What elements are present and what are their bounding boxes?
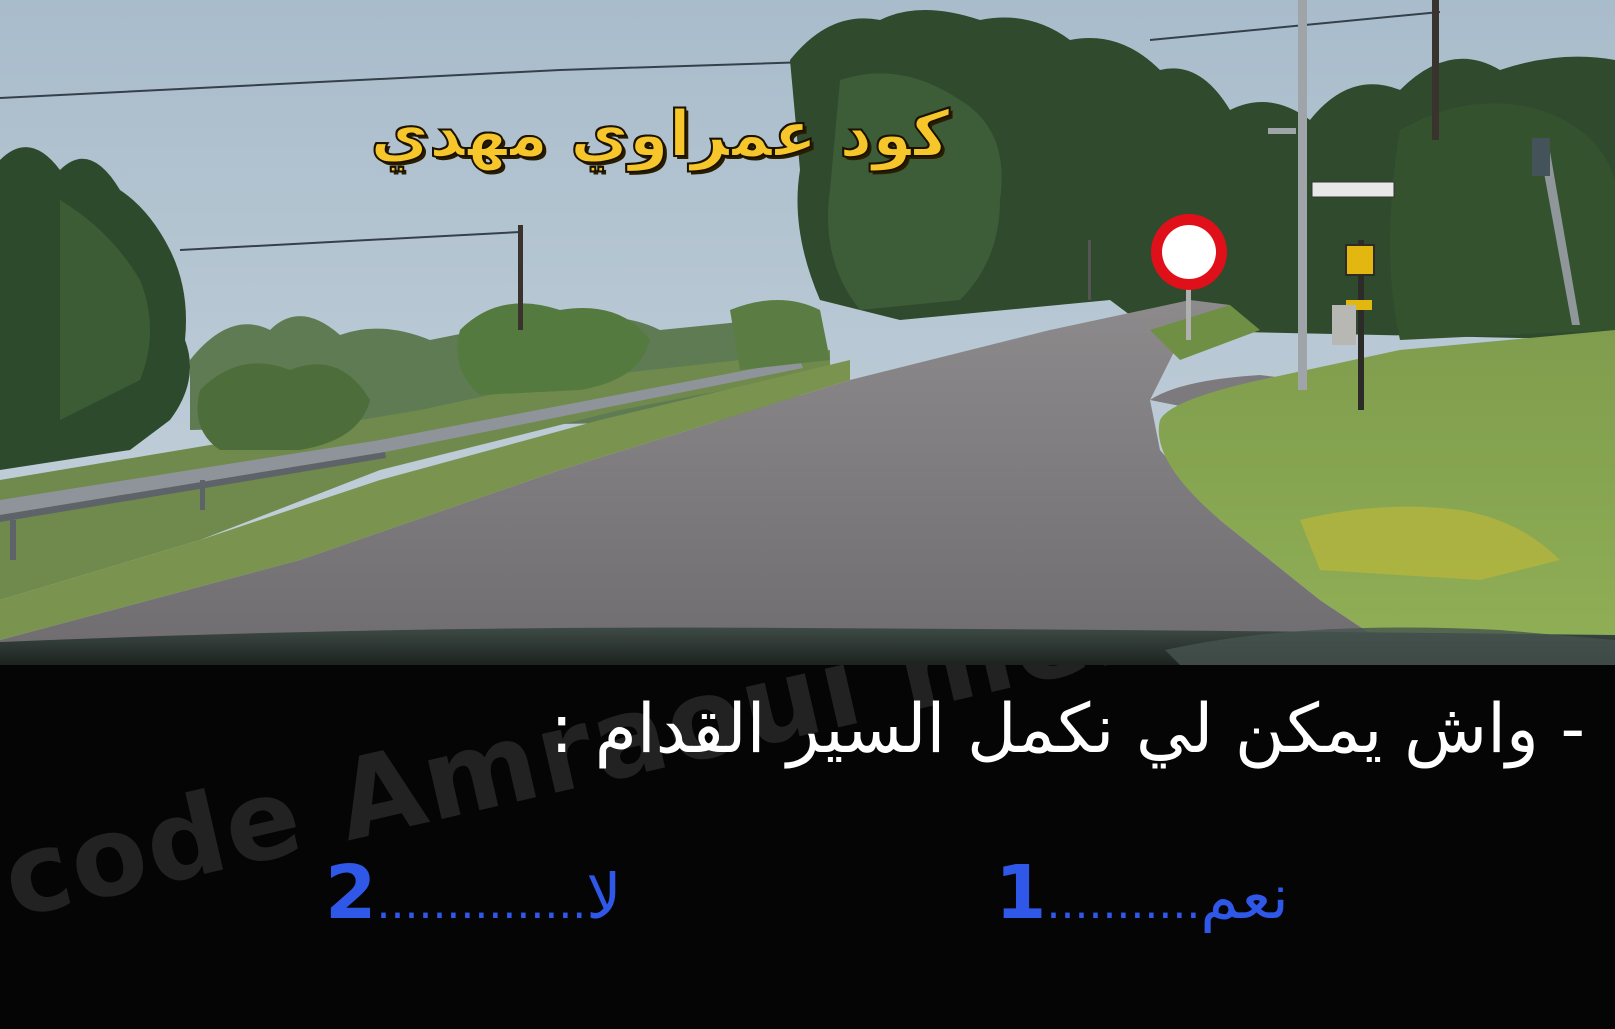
yellow-sign bbox=[1345, 244, 1375, 276]
answer-label: نعم bbox=[1200, 860, 1289, 933]
street-name-sign bbox=[1311, 181, 1395, 198]
answer-dots: ........... bbox=[1046, 878, 1201, 929]
question-text: - واش يمكن لي نكمل السير القدام : bbox=[550, 690, 1585, 769]
channel-title-overlay: كود عمراوي مهدي bbox=[369, 97, 950, 173]
answer-option-2[interactable]: 2...............لا bbox=[325, 850, 622, 936]
answer-option-1[interactable]: 1...........نعم bbox=[995, 850, 1289, 936]
answer-label: لا bbox=[586, 860, 622, 933]
answer-number: 1 bbox=[995, 850, 1047, 936]
lamp-pole bbox=[1298, 0, 1307, 390]
video-frame: كود عمراوي مهدي code Amraoui mehdi - واش… bbox=[0, 0, 1615, 1029]
question-panel: code Amraoui mehdi - واش يمكن لي نكمل ال… bbox=[0, 665, 1615, 1029]
answer-number: 2 bbox=[325, 850, 377, 936]
answer-dots: ............... bbox=[376, 878, 587, 929]
